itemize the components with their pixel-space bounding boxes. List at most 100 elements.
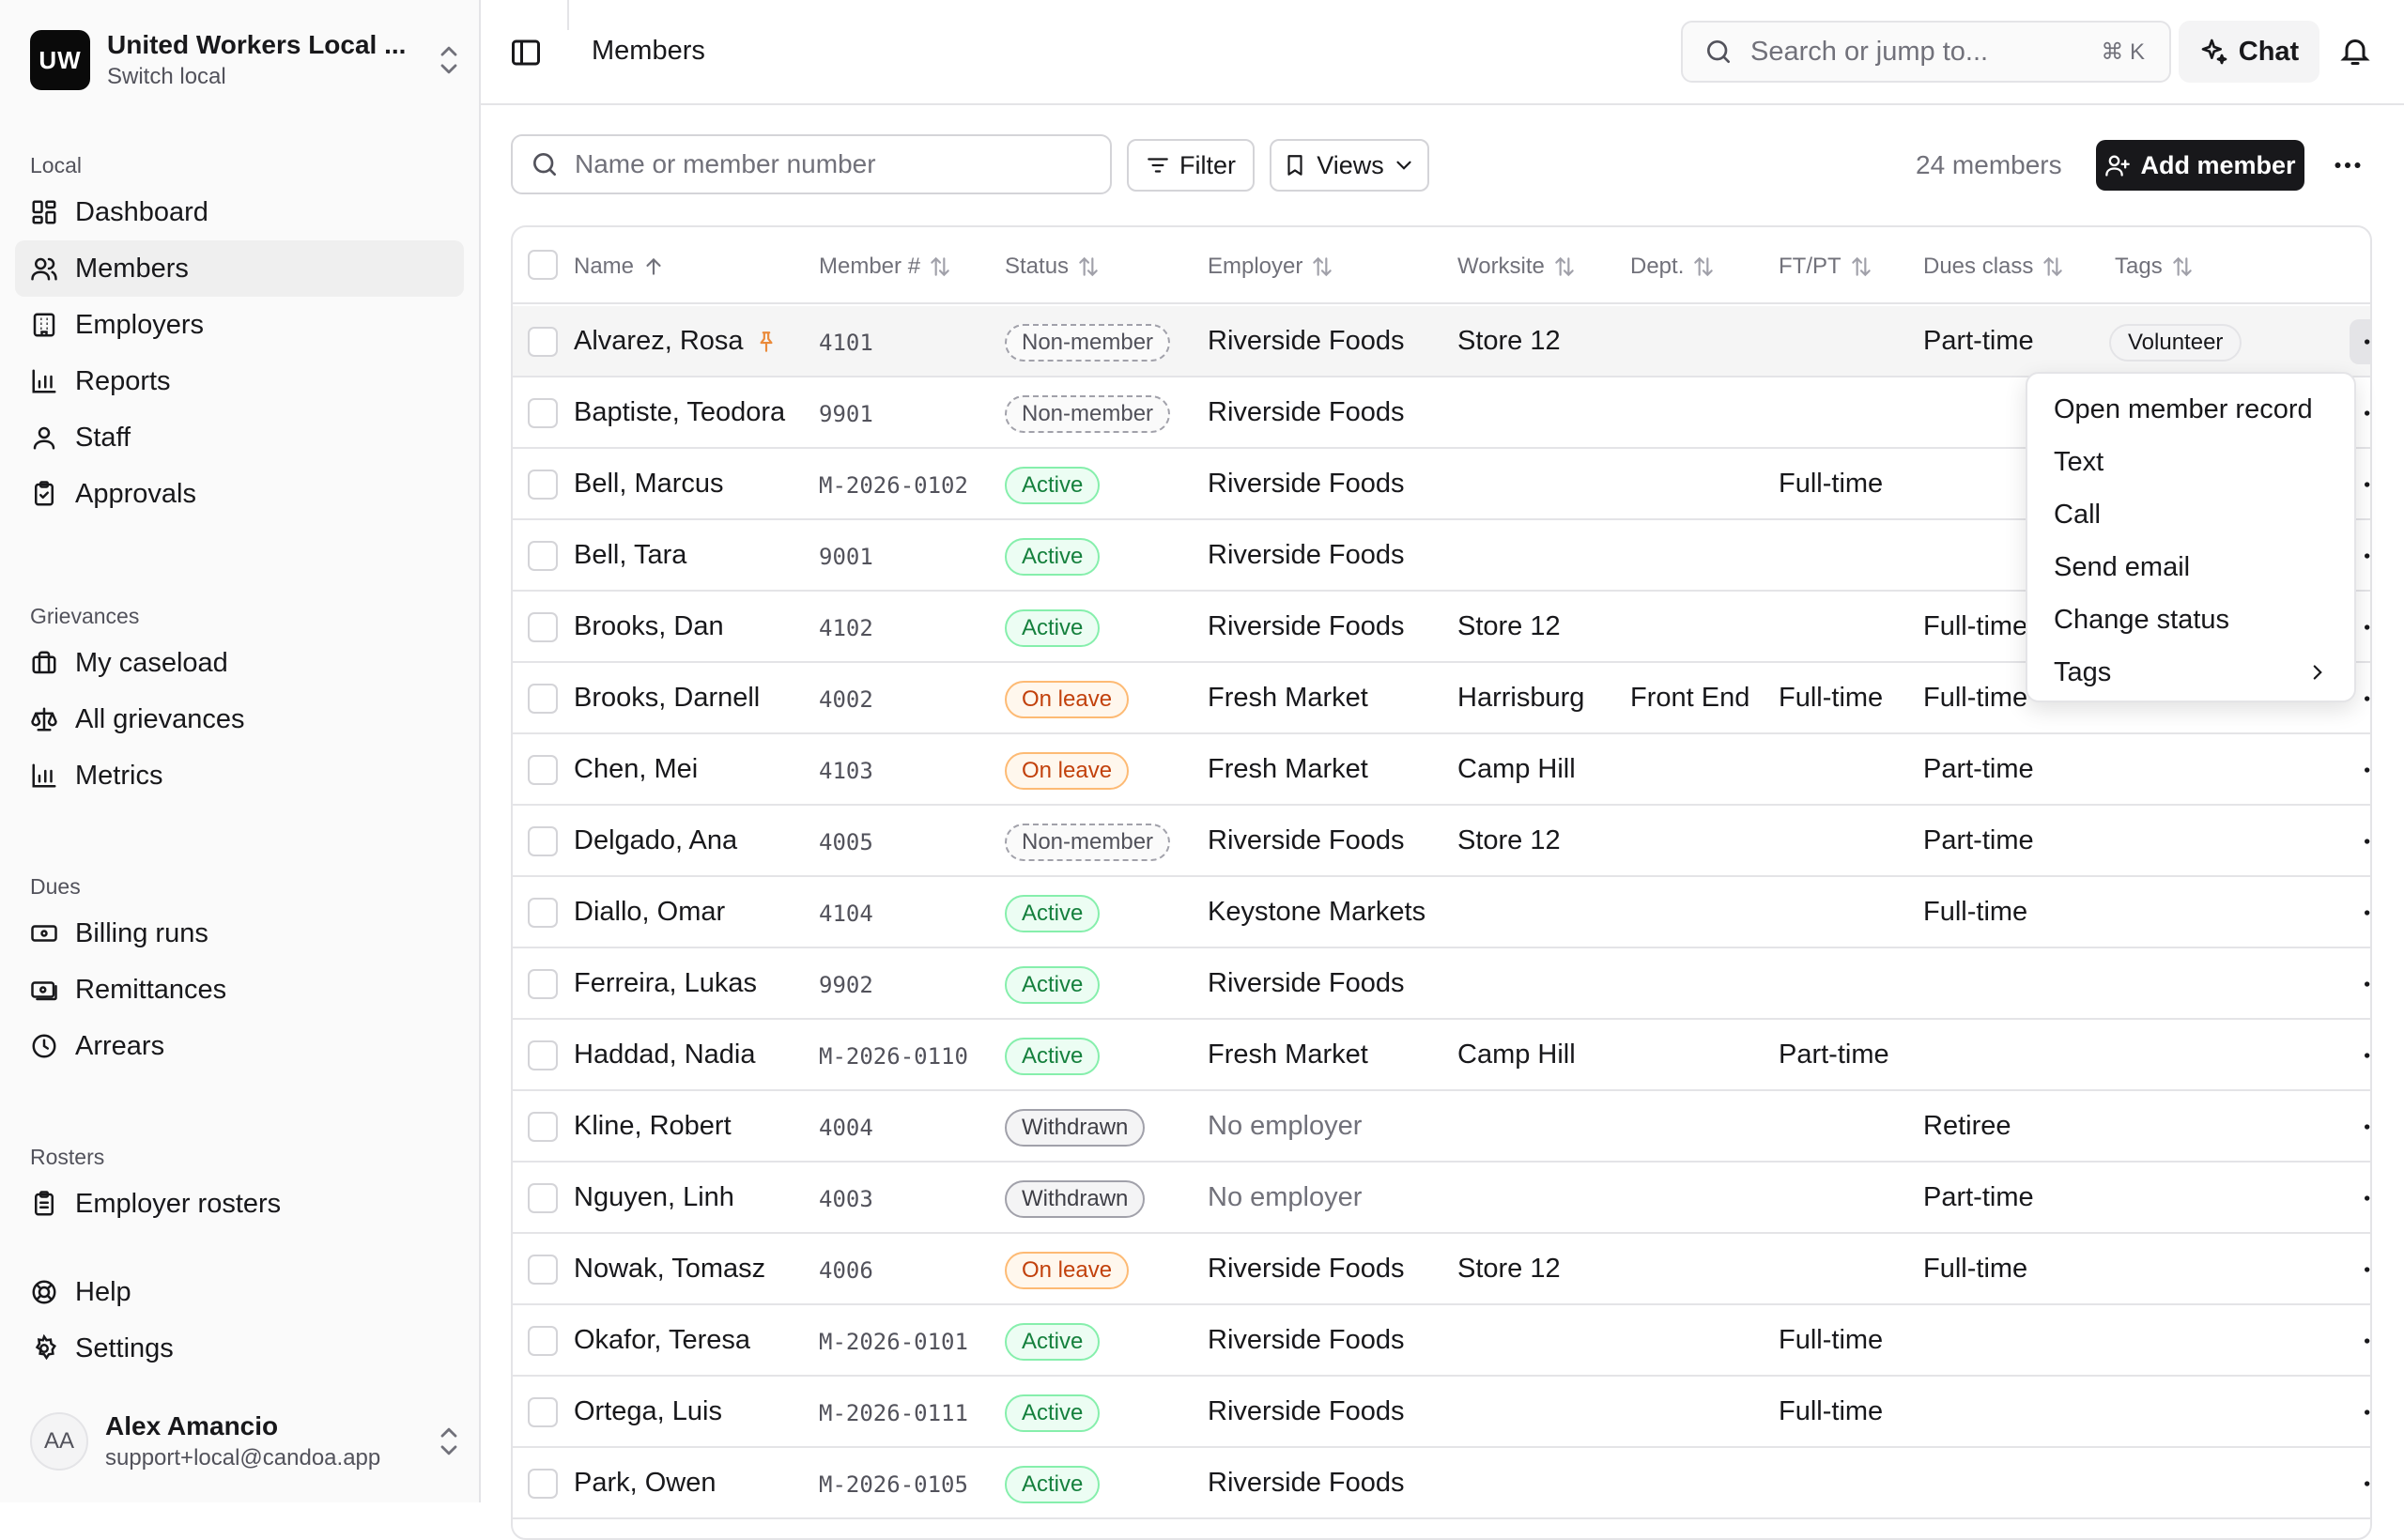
- row-checkbox[interactable]: [528, 541, 558, 571]
- global-search[interactable]: Search or jump to... ⌘ K: [1681, 21, 2171, 83]
- filter-button[interactable]: Filter: [1127, 139, 1255, 192]
- member-name[interactable]: Ferreira, Lukas: [574, 968, 757, 999]
- table-row[interactable]: Nguyen, Linh 4003 Withdrawn No employer Part…: [513, 1163, 2370, 1234]
- row-checkbox[interactable]: [528, 1469, 558, 1499]
- row-checkbox[interactable]: [528, 327, 558, 357]
- member-name[interactable]: Park, Owen: [574, 1468, 717, 1499]
- nav-item-my-caseload[interactable]: My caseload: [15, 635, 464, 691]
- col-employer[interactable]: Employer: [1208, 254, 1334, 280]
- row-actions-button[interactable]: [2350, 1104, 2370, 1149]
- row-checkbox[interactable]: [528, 398, 558, 428]
- col-status[interactable]: Status: [1005, 254, 1101, 280]
- row-checkbox[interactable]: [528, 1040, 558, 1070]
- member-name[interactable]: Alvarez, Rosa: [574, 326, 744, 357]
- member-name[interactable]: Nguyen, Linh: [574, 1182, 734, 1213]
- row-checkbox[interactable]: [528, 1255, 558, 1285]
- row-checkbox[interactable]: [528, 1326, 558, 1356]
- nav-item-remittances[interactable]: Remittances: [15, 962, 464, 1018]
- row-checkbox[interactable]: [528, 1183, 558, 1213]
- more-options-icon[interactable]: [2331, 148, 2365, 182]
- member-name[interactable]: Okafor, Teresa: [574, 1325, 750, 1356]
- table-row[interactable]: Nowak, Tomasz 4006 On leave Riverside Foods…: [513, 1234, 2370, 1305]
- nav-item-reports[interactable]: Reports: [15, 353, 464, 409]
- nav-item-employer-rosters[interactable]: Employer rosters: [15, 1176, 464, 1232]
- member-name[interactable]: Diallo, Omar: [574, 897, 725, 928]
- row-checkbox[interactable]: [528, 1112, 558, 1142]
- table-row[interactable]: Delgado, Ana 4005 Non-member Riverside Food…: [513, 806, 2370, 877]
- nav-item-dashboard[interactable]: Dashboard: [15, 184, 464, 240]
- bell-icon[interactable]: [2338, 34, 2372, 68]
- select-all-checkbox[interactable]: [528, 250, 558, 280]
- table-row[interactable]: Park, Owen M-2026-0105 Active Riverside Foo…: [513, 1448, 2370, 1519]
- row-checkbox[interactable]: [528, 470, 558, 500]
- nav-item-employers[interactable]: Employers: [15, 297, 464, 353]
- nav-item-help[interactable]: Help: [15, 1264, 464, 1320]
- table-row[interactable]: Kline, Robert 4004 Withdrawn No employer Ret…: [513, 1091, 2370, 1163]
- table-row[interactable]: Haddad, Nadia M-2026-0110 Active Fresh Mark…: [513, 1020, 2370, 1091]
- table-row[interactable]: Diallo, Omar 4104 Active Keystone Markets Fu…: [513, 877, 2370, 948]
- member-name[interactable]: Kline, Robert: [574, 1111, 732, 1142]
- menu-item-tags[interactable]: Tags: [2035, 646, 2347, 699]
- local-switcher[interactable]: UW United Workers Local ... Switch local: [30, 29, 462, 91]
- menu-item-call[interactable]: Call: [2035, 488, 2347, 541]
- table-row[interactable]: Chen, Mei 4103 On leave Fresh Market Camp Hi…: [513, 734, 2370, 806]
- row-checkbox[interactable]: [528, 755, 558, 785]
- sidebar-toggle-icon[interactable]: [509, 36, 543, 69]
- row-actions-button[interactable]: [2350, 1390, 2370, 1435]
- row-actions-button[interactable]: [2350, 819, 2370, 864]
- nav-item-approvals[interactable]: Approvals: [15, 466, 464, 522]
- nav-item-staff[interactable]: Staff: [15, 409, 464, 466]
- member-name[interactable]: Haddad, Nadia: [574, 1040, 755, 1070]
- row-actions-button[interactable]: [2350, 1176, 2370, 1221]
- nav-item-billing-runs[interactable]: Billing runs: [15, 905, 464, 962]
- col-dept[interactable]: Dept.: [1630, 254, 1716, 280]
- member-name[interactable]: Chen, Mei: [574, 754, 698, 785]
- chat-button[interactable]: Chat: [2179, 21, 2319, 83]
- nav-item-arrears[interactable]: Arrears: [15, 1018, 464, 1074]
- views-button[interactable]: Views: [1270, 139, 1429, 192]
- row-actions-button[interactable]: [2350, 319, 2370, 364]
- row-checkbox[interactable]: [528, 1397, 558, 1427]
- row-actions-button[interactable]: [2350, 1461, 2370, 1506]
- row-actions-button[interactable]: [2350, 1318, 2370, 1363]
- nav-item-metrics[interactable]: Metrics: [15, 747, 464, 804]
- menu-item-open-member-record[interactable]: Open member record: [2035, 383, 2347, 436]
- member-name[interactable]: Bell, Marcus: [574, 469, 724, 500]
- menu-item-send-email[interactable]: Send email: [2035, 541, 2347, 593]
- row-checkbox[interactable]: [528, 898, 558, 928]
- table-row[interactable]: Ortega, Luis M-2026-0111 Active Riverside F…: [513, 1377, 2370, 1448]
- col-worksite[interactable]: Worksite: [1457, 254, 1577, 280]
- row-actions-button[interactable]: [2350, 1247, 2370, 1292]
- col-name[interactable]: Name: [574, 254, 666, 280]
- row-actions-button[interactable]: [2350, 747, 2370, 793]
- member-name[interactable]: Baptiste, Teodora: [574, 397, 785, 428]
- row-checkbox[interactable]: [528, 826, 558, 856]
- member-name[interactable]: Bell, Tara: [574, 540, 686, 571]
- member-name[interactable]: Brooks, Dan: [574, 611, 724, 642]
- row-checkbox[interactable]: [528, 612, 558, 642]
- table-row[interactable]: Okafor, Teresa M-2026-0101 Active Riverside…: [513, 1305, 2370, 1377]
- member-name[interactable]: Brooks, Darnell: [574, 683, 760, 714]
- nav-item-members[interactable]: Members: [15, 240, 464, 297]
- row-actions-button[interactable]: [2350, 890, 2370, 935]
- user-menu[interactable]: AA Alex Amancio support+local@candoa.app: [30, 1409, 462, 1474]
- add-member-button[interactable]: Add member: [2096, 140, 2304, 191]
- menu-item-change-status[interactable]: Change status: [2035, 593, 2347, 646]
- col-member-number[interactable]: Member #: [819, 254, 952, 280]
- col-ftpt[interactable]: FT/PT: [1779, 254, 1873, 280]
- member-search-input[interactable]: Name or member number: [511, 134, 1112, 194]
- table-row[interactable]: Alvarez, Rosa 4101 Non-member Riverside Foo…: [513, 306, 2370, 377]
- member-name[interactable]: Ortega, Luis: [574, 1396, 722, 1427]
- row-checkbox[interactable]: [528, 969, 558, 999]
- col-tags[interactable]: Tags: [2115, 254, 2195, 280]
- row-checkbox[interactable]: [528, 684, 558, 714]
- nav-item-settings[interactable]: Settings: [15, 1320, 464, 1377]
- member-name[interactable]: Nowak, Tomasz: [574, 1254, 765, 1285]
- table-row[interactable]: Ferreira, Lukas 9902 Active Riverside Foods: [513, 948, 2370, 1020]
- col-dues-class[interactable]: Dues class: [1923, 254, 2065, 280]
- member-name[interactable]: Delgado, Ana: [574, 825, 737, 856]
- row-actions-button[interactable]: [2350, 1033, 2370, 1078]
- nav-item-all-grievances[interactable]: All grievances: [15, 691, 464, 747]
- row-actions-button[interactable]: [2350, 962, 2370, 1007]
- menu-item-text[interactable]: Text: [2035, 436, 2347, 488]
